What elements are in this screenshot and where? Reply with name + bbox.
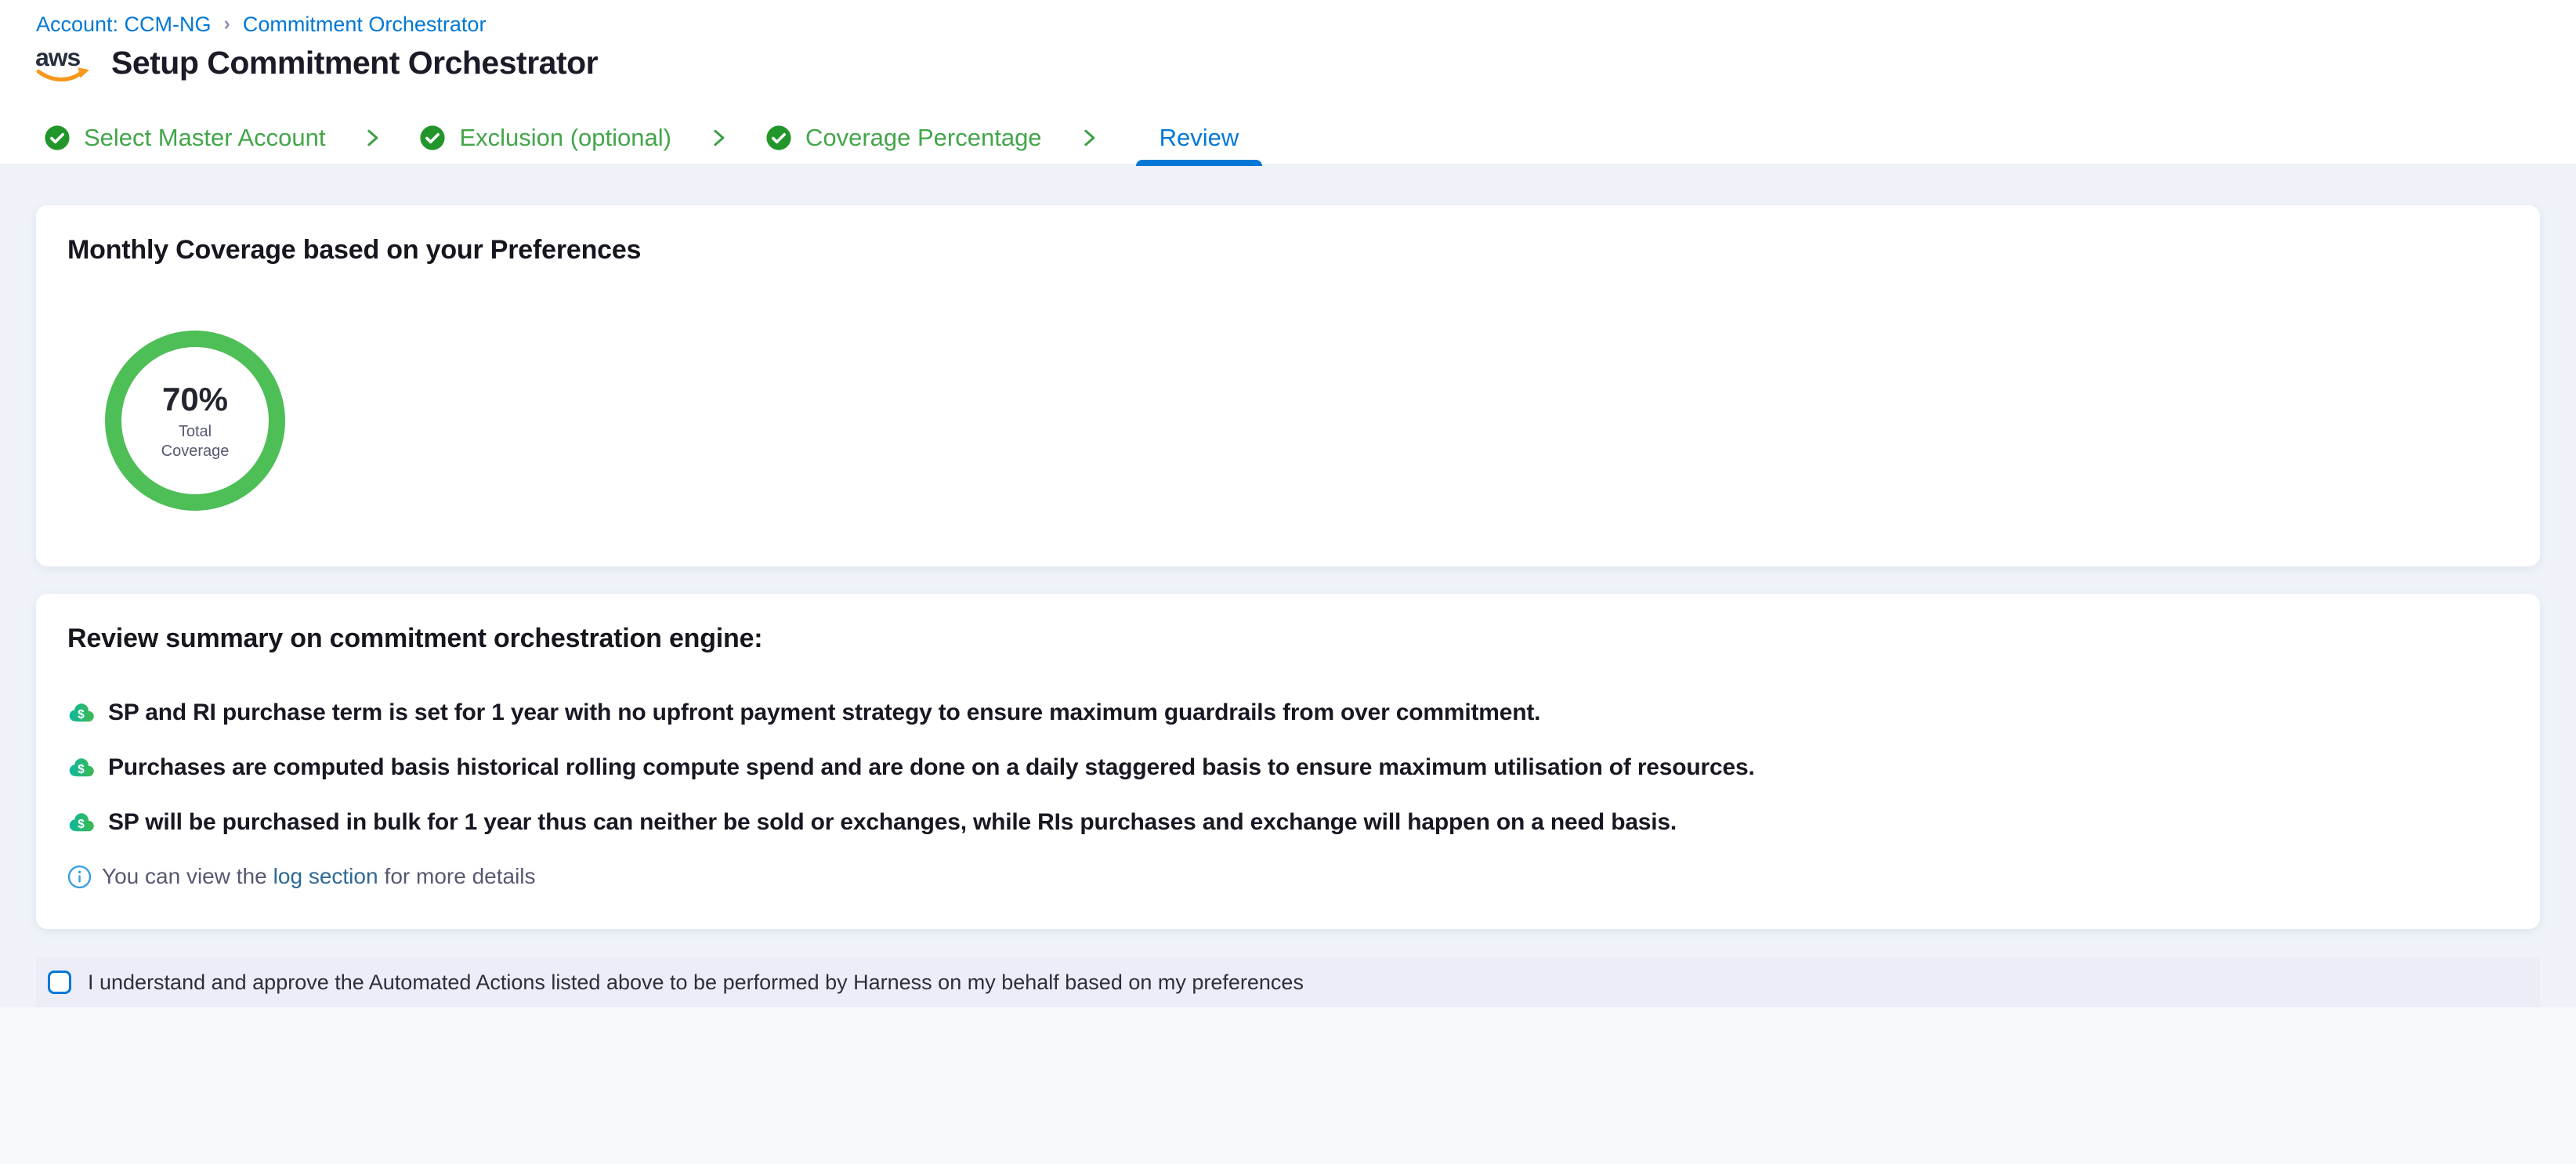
- approval-label[interactable]: I understand and approve the Automated A…: [88, 971, 1304, 995]
- check-circle-icon: [765, 125, 792, 151]
- monthly-coverage-card: Monthly Coverage based on your Preferenc…: [36, 205, 2540, 566]
- list-item: $ SP will be purchased in bulk for 1 yea…: [67, 809, 2509, 836]
- coverage-card-title: Monthly Coverage based on your Preferenc…: [36, 205, 2540, 266]
- page-title: Setup Commitment Orchestrator: [111, 45, 598, 81]
- tab-select-master-account[interactable]: Select Master Account: [44, 124, 325, 152]
- summary-card-title: Review summary on commitment orchestrati…: [36, 594, 2540, 654]
- tab-label: Review: [1160, 124, 1239, 152]
- approval-checkbox[interactable]: [48, 971, 71, 994]
- svg-text:aws: aws: [35, 43, 80, 71]
- breadcrumb-account-link[interactable]: Account: CCM-NG: [36, 13, 212, 37]
- setup-stepper: Select Master Account Exclusion (optiona…: [0, 111, 2576, 165]
- chevron-right-icon: [707, 127, 729, 149]
- aws-logo-icon: aws: [33, 39, 94, 86]
- summary-bullet-list: $ SP and RI purchase term is set for 1 y…: [36, 654, 2540, 836]
- log-section-link[interactable]: log section: [273, 864, 378, 889]
- donut-center-value: 70%: [162, 381, 228, 418]
- tab-label: Exclusion (optional): [459, 124, 671, 152]
- svg-text:$: $: [78, 708, 85, 721]
- breadcrumb: Account: CCM-NG › Commitment Orchestrato…: [36, 13, 486, 37]
- breadcrumb-separator-icon: ›: [224, 13, 230, 35]
- total-coverage-donut-chart: 70% Total Coverage: [105, 331, 285, 511]
- breadcrumb-current-link[interactable]: Commitment Orchestrator: [243, 13, 487, 37]
- info-text-suffix: for more details: [385, 864, 536, 889]
- list-item: $ SP and RI purchase term is set for 1 y…: [67, 699, 2509, 726]
- summary-bullet-text: SP and RI purchase term is set for 1 yea…: [108, 699, 1540, 726]
- cloud-dollar-icon: $: [67, 812, 96, 833]
- summary-bullet-text: Purchases are computed basis historical …: [108, 754, 1755, 781]
- tab-review[interactable]: Review: [1136, 110, 1263, 164]
- svg-text:$: $: [78, 818, 85, 831]
- tab-coverage-percentage[interactable]: Coverage Percentage: [765, 124, 1042, 152]
- log-info-note: You can view the log section for more de…: [67, 864, 2540, 889]
- list-item: $ Purchases are computed basis historica…: [67, 754, 2509, 781]
- chevron-right-icon: [1078, 127, 1100, 149]
- tab-exclusion[interactable]: Exclusion (optional): [419, 124, 671, 152]
- donut-center-label: Total Coverage: [151, 422, 239, 461]
- svg-text:$: $: [78, 763, 85, 776]
- cloud-dollar-icon: $: [67, 702, 96, 724]
- cloud-dollar-icon: $: [67, 757, 96, 779]
- check-circle-icon: [44, 125, 71, 151]
- tab-label: Coverage Percentage: [805, 124, 1042, 152]
- review-summary-card: Review summary on commitment orchestrati…: [36, 594, 2540, 929]
- check-circle-icon: [419, 125, 446, 151]
- info-circle-icon: [67, 865, 92, 889]
- info-text-prefix: You can view the: [102, 864, 267, 889]
- approval-row: I understand and approve the Automated A…: [36, 957, 2540, 1007]
- bottom-background: [0, 1007, 2576, 1164]
- active-tab-underline: [1136, 160, 1263, 166]
- tab-label: Select Master Account: [84, 124, 325, 152]
- summary-bullet-text: SP will be purchased in bulk for 1 year …: [108, 809, 1677, 836]
- page-header: aws Setup Commitment Orchestrator: [33, 39, 598, 86]
- chevron-right-icon: [361, 127, 383, 149]
